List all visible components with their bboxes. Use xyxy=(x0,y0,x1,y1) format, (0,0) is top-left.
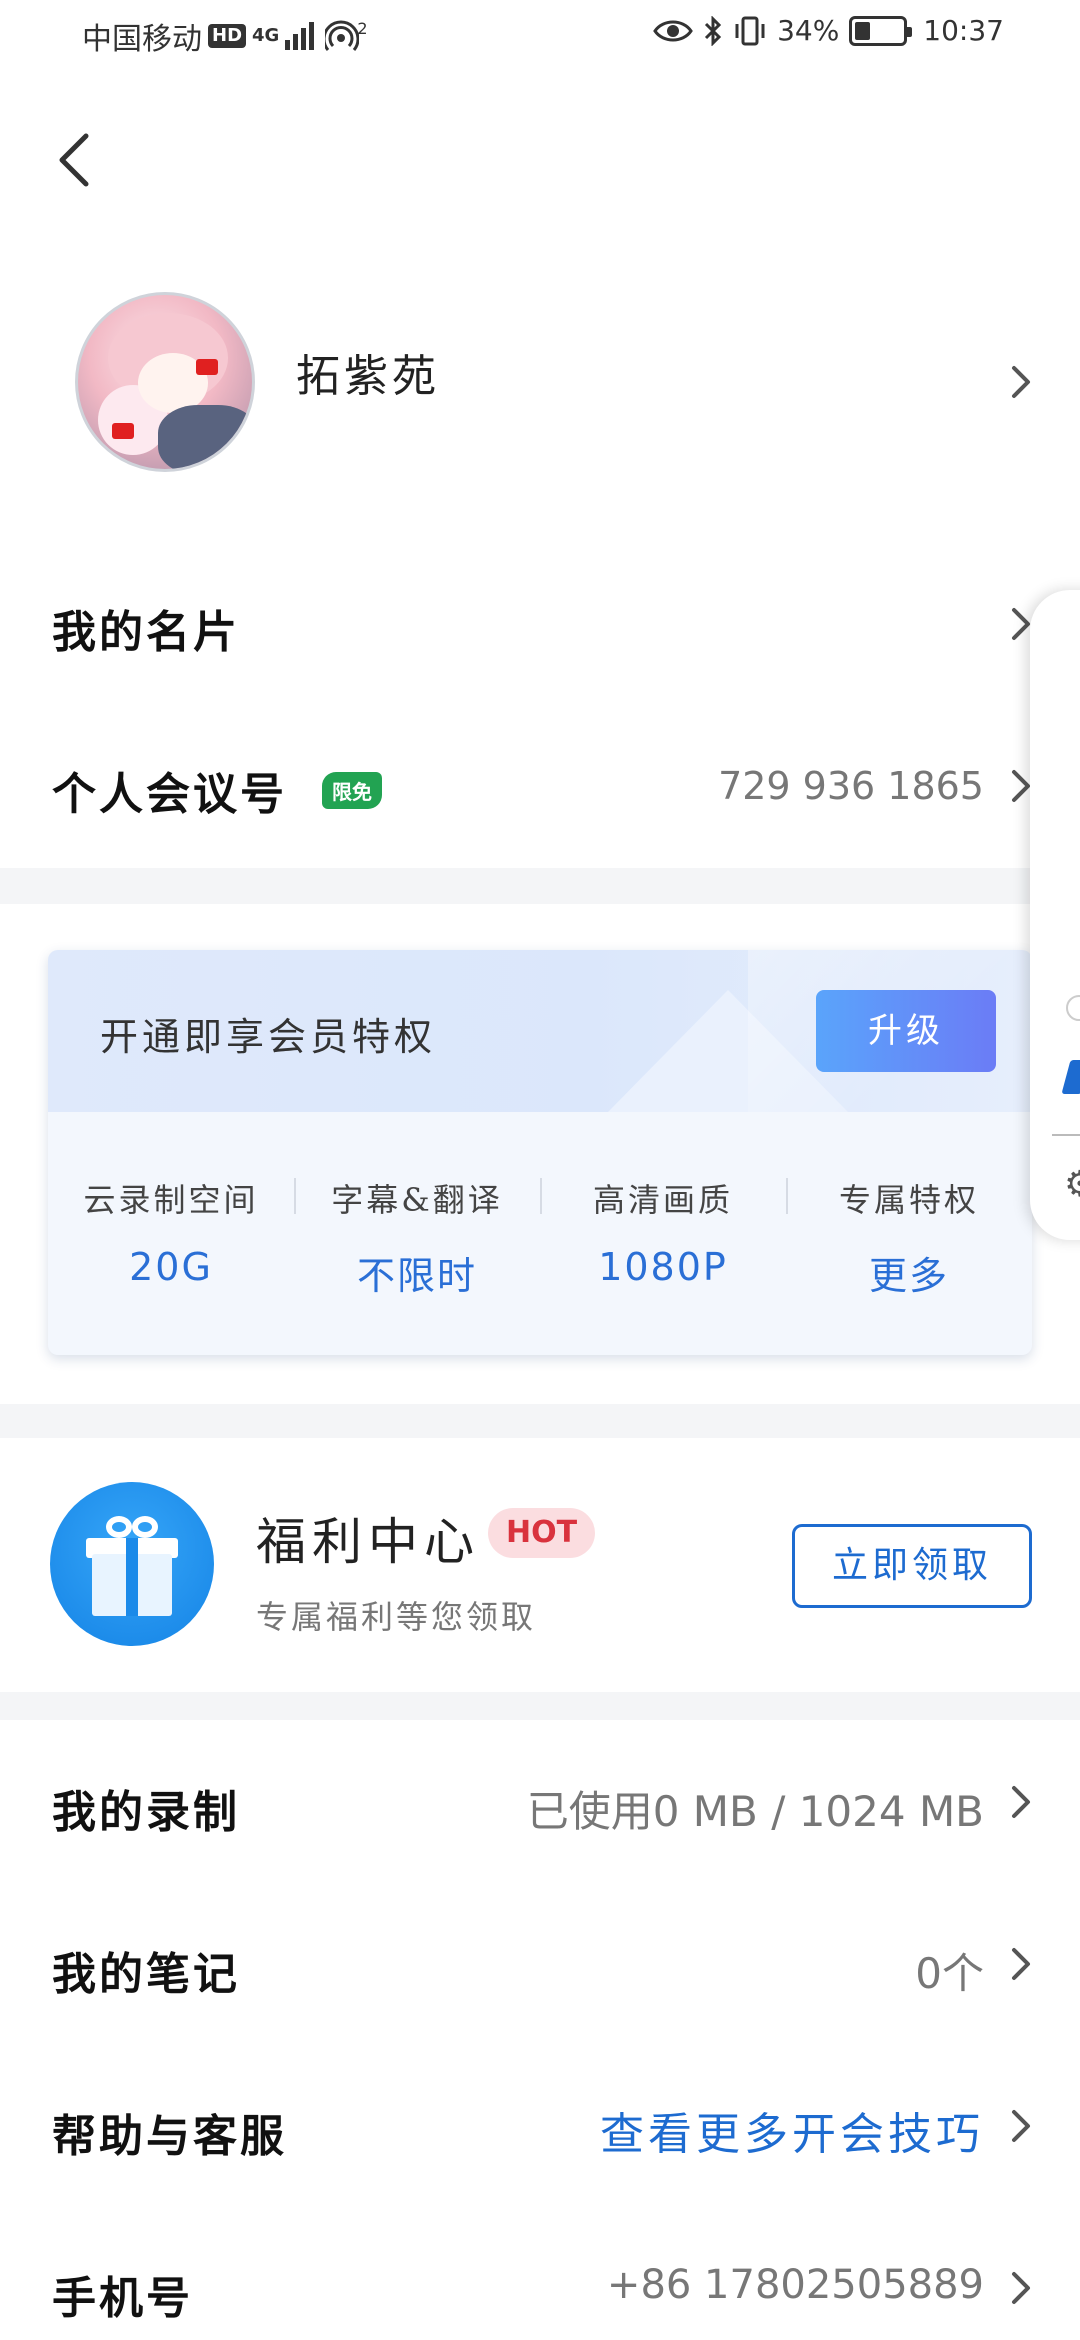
perk-item[interactable]: 专属特权 更多 xyxy=(786,1175,1032,1300)
section-divider xyxy=(0,1404,1080,1438)
claim-button[interactable]: 立即领取 xyxy=(792,1524,1032,1608)
recordings-usage: 已使用0 MB / 1024 MB xyxy=(526,1787,984,1836)
network-type: 4G xyxy=(252,25,280,46)
perk-label: 专属特权 xyxy=(838,1181,979,1219)
perk-value: 更多 xyxy=(868,1254,949,1298)
upgrade-button[interactable]: 升级 xyxy=(816,990,996,1072)
vip-header: 开通即享会员特权 升级 xyxy=(48,950,1032,1112)
welfare-subtitle: 专属福利等您领取 xyxy=(256,1598,537,1636)
clock: 10:37 xyxy=(923,14,1004,47)
notes-title: 我的笔记 xyxy=(52,1949,240,2000)
perk-label: 字幕&翻译 xyxy=(331,1181,503,1219)
help-title: 帮助与客服 xyxy=(52,2111,287,2162)
battery-percent: 34% xyxy=(777,14,840,47)
welfare-title: 福利中心 xyxy=(256,1513,480,1571)
status-bar: 中国移动 HD 4G 2 34% 10:37 xyxy=(0,0,1080,72)
help-link[interactable]: 查看更多开会技巧 xyxy=(600,2098,984,2162)
free-badge: 限免 xyxy=(322,772,382,809)
status-left: 中国移动 HD 4G 2 xyxy=(82,14,368,58)
chevron-right-icon xyxy=(1006,2268,1036,2308)
business-card-title: 我的名片 xyxy=(52,607,240,658)
meeting-id-value: 729 936 1865 xyxy=(718,764,984,808)
perk-item[interactable]: 字幕&翻译 不限时 xyxy=(294,1175,540,1300)
status-right: 34% 10:37 xyxy=(653,14,1004,47)
battery-icon xyxy=(849,15,913,46)
signal-icon xyxy=(285,22,315,50)
meeting-id-title: 个人会议号 xyxy=(52,769,287,820)
eye-icon xyxy=(653,20,693,41)
perk-label: 云录制空间 xyxy=(83,1181,259,1219)
hd-icon: HD xyxy=(208,24,247,48)
pen-icon[interactable] xyxy=(1061,1060,1080,1094)
perk-value: 20G xyxy=(129,1245,213,1289)
chevron-right-icon xyxy=(1006,2106,1036,2146)
vip-card[interactable]: 开通即享会员特权 升级 云录制空间 20G 字幕&翻译 不限时 高清画质 108… xyxy=(48,950,1032,1355)
chevron-right-icon xyxy=(1006,1782,1036,1822)
perk-value: 1080P xyxy=(598,1245,728,1289)
phone-number: +86 17802505889 xyxy=(606,2262,984,2308)
toggle-icon[interactable] xyxy=(1066,995,1080,1021)
section-divider xyxy=(0,1692,1080,1720)
carrier-name: 中国移动 xyxy=(82,22,202,57)
section-divider xyxy=(0,868,1080,904)
hotspot-count: 2 xyxy=(357,18,368,38)
bluetooth-icon xyxy=(705,15,722,46)
perk-value: 不限时 xyxy=(356,1254,477,1298)
perk-item[interactable]: 高清画质 1080P xyxy=(540,1175,786,1289)
hotspot-icon xyxy=(325,20,360,51)
chevron-right-icon xyxy=(1006,1944,1036,1984)
floating-side-panel[interactable]: ⚙ xyxy=(1030,590,1080,1240)
back-arrow-icon xyxy=(59,133,89,187)
perk-item[interactable]: 云录制空间 20G xyxy=(48,1175,294,1289)
vibrate-icon xyxy=(735,16,765,45)
username: 拓紫苑 xyxy=(296,351,440,402)
chevron-right-icon xyxy=(1006,362,1036,402)
perk-label: 高清画质 xyxy=(592,1181,733,1219)
hot-badge: HOT xyxy=(488,1508,596,1558)
recordings-title: 我的录制 xyxy=(52,1787,240,1838)
panel-divider xyxy=(1052,1134,1080,1136)
back-button[interactable] xyxy=(52,130,102,190)
avatar[interactable] xyxy=(75,292,255,472)
gift-icon xyxy=(50,1482,214,1646)
phone-title: 手机号 xyxy=(52,2273,193,2324)
vip-title: 开通即享会员特权 xyxy=(100,1015,437,1059)
gear-icon[interactable]: ⚙ xyxy=(1064,1164,1080,1205)
notes-count: 0个 xyxy=(915,1949,984,1998)
